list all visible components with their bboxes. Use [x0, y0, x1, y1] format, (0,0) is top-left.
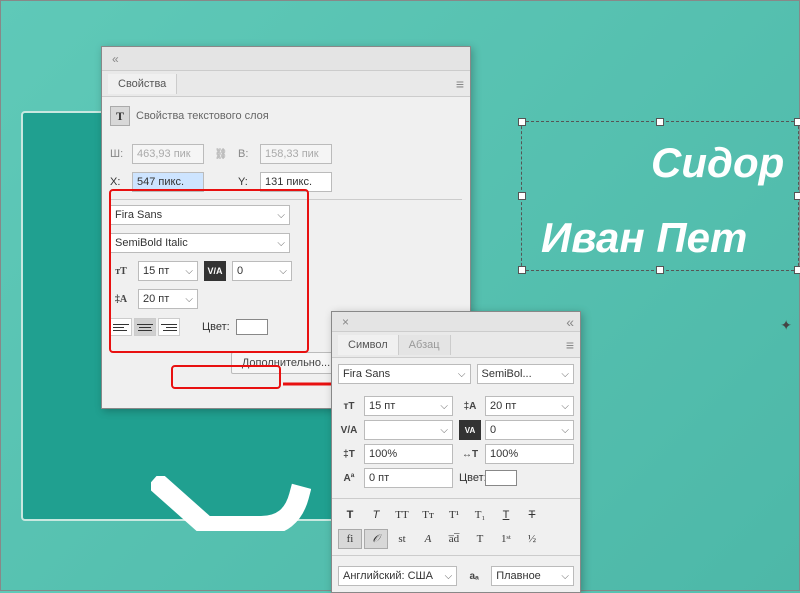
- leading-dropdown[interactable]: 20 пт: [138, 289, 198, 309]
- align-right-button[interactable]: [158, 318, 180, 336]
- panel-menu-icon[interactable]: ≡: [456, 76, 464, 92]
- char-color-swatch[interactable]: [485, 470, 517, 486]
- faux-style-row: T T TT Tᴛ T¹ T₁ T T: [332, 503, 580, 527]
- paragraph-anchor-icon: ✦: [780, 317, 792, 334]
- char-color-label: Цвет:: [459, 472, 479, 484]
- font-size-icon: тT: [110, 261, 132, 281]
- char-hscale-field[interactable]: 100%: [485, 444, 574, 464]
- x-field[interactable]: 547 пикс.: [132, 172, 204, 192]
- y-field[interactable]: 131 пикс.: [260, 172, 332, 192]
- superscript-button[interactable]: T¹: [442, 505, 466, 525]
- panel-tabs: Свойства ≡: [102, 71, 470, 97]
- panel-titlebar[interactable]: «: [102, 47, 470, 71]
- baseline-shift-icon: Aª: [338, 468, 360, 488]
- transform-handle[interactable]: [656, 266, 664, 274]
- leading-icon: ‡A: [110, 289, 132, 309]
- titling-alt-button[interactable]: T: [468, 529, 492, 549]
- width-label: Ш:: [110, 148, 126, 160]
- vscale-icon: ‡T: [338, 444, 360, 464]
- section-title: Свойства текстового слоя: [136, 110, 269, 122]
- stylistic-alt-button[interactable]: a̅d̅: [442, 529, 466, 549]
- font-style-dropdown[interactable]: SemiBold Italic: [110, 233, 290, 253]
- tracking-dropdown[interactable]: 0: [232, 261, 292, 281]
- tab-properties[interactable]: Свойства: [108, 74, 177, 94]
- tracking-icon: VA: [459, 420, 481, 440]
- collapse-icon[interactable]: «: [566, 314, 574, 330]
- char-panel-titlebar[interactable]: × «: [332, 312, 580, 332]
- transform-handle[interactable]: [656, 118, 664, 126]
- height-field: 158,33 пик: [260, 144, 332, 164]
- align-left-button[interactable]: [110, 318, 132, 336]
- tracking-icon: V/A: [204, 261, 226, 281]
- fractions-button[interactable]: ½: [520, 529, 544, 549]
- transform-handle[interactable]: [794, 118, 800, 126]
- collapse-icon[interactable]: «: [108, 50, 123, 68]
- transform-handle[interactable]: [794, 266, 800, 274]
- canvas-text-line1[interactable]: Сидор: [651, 136, 784, 191]
- antialias-dropdown[interactable]: Плавное: [491, 566, 574, 586]
- smallcaps-button[interactable]: Tᴛ: [416, 505, 440, 525]
- color-swatch[interactable]: [236, 319, 268, 335]
- canvas-text-line2[interactable]: Иван Пет: [541, 211, 747, 266]
- transform-handle[interactable]: [518, 192, 526, 200]
- width-field: 463,93 пик: [132, 144, 204, 164]
- char-baseline-field[interactable]: 0 пт: [364, 468, 453, 488]
- link-dimensions-icon[interactable]: ⛓: [210, 144, 232, 164]
- transform-handle[interactable]: [518, 266, 526, 274]
- close-icon[interactable]: ×: [338, 313, 353, 331]
- char-leading-dropdown[interactable]: 20 пт: [485, 396, 574, 416]
- font-size-icon: тT: [338, 396, 360, 416]
- tab-paragraph[interactable]: Абзац: [399, 335, 451, 355]
- x-label: X:: [110, 176, 126, 188]
- tab-character[interactable]: Символ: [338, 335, 399, 355]
- char-font-family-dropdown[interactable]: Fira Sans: [338, 364, 471, 384]
- advanced-button[interactable]: Дополнительно...: [231, 352, 341, 374]
- underline-button[interactable]: T: [494, 505, 518, 525]
- char-panel-tabs: Символ Абзац ≡: [332, 332, 580, 358]
- allcaps-button[interactable]: TT: [390, 505, 414, 525]
- subscript-button[interactable]: T₁: [468, 505, 492, 525]
- font-size-dropdown[interactable]: 15 пт: [138, 261, 198, 281]
- font-family-dropdown[interactable]: Fira Sans: [110, 205, 290, 225]
- character-panel: × « Символ Абзац ≡ Fira Sans SemiBol... …: [331, 311, 581, 593]
- faux-bold-button[interactable]: T: [338, 505, 362, 525]
- align-center-button[interactable]: [134, 318, 156, 336]
- ligatures-button[interactable]: fi: [338, 529, 362, 549]
- discretionary-lig-button[interactable]: st: [390, 529, 414, 549]
- panel-menu-icon[interactable]: ≡: [566, 337, 574, 353]
- height-label: В:: [238, 148, 254, 160]
- alignment-group: [110, 318, 180, 336]
- color-label: Цвет:: [202, 321, 230, 333]
- type-layer-icon: T: [110, 106, 130, 126]
- contextual-alt-button[interactable]: 𝒪: [364, 529, 388, 549]
- transform-handle[interactable]: [794, 192, 800, 200]
- strikethrough-button[interactable]: T: [520, 505, 544, 525]
- kerning-icon: V/A: [338, 420, 360, 440]
- char-kerning-dropdown[interactable]: [364, 420, 453, 440]
- opentype-row: fi 𝒪 st A a̅d̅ T 1ˢᵗ ½: [332, 527, 580, 551]
- char-tracking-dropdown[interactable]: 0: [485, 420, 574, 440]
- faux-italic-button[interactable]: T: [364, 505, 388, 525]
- y-label: Y:: [238, 176, 254, 188]
- leading-icon: ‡A: [459, 396, 481, 416]
- swash-button[interactable]: A: [416, 529, 440, 549]
- char-vscale-field[interactable]: 100%: [364, 444, 453, 464]
- transform-handle[interactable]: [518, 118, 526, 126]
- antialias-icon: aₐ: [463, 566, 485, 586]
- char-font-style-dropdown[interactable]: SemiBol...: [477, 364, 575, 384]
- language-dropdown[interactable]: Английский: США: [338, 566, 457, 586]
- char-size-dropdown[interactable]: 15 пт: [364, 396, 453, 416]
- hscale-icon: ↔T: [459, 444, 481, 464]
- canvas-foot-shape: [151, 476, 311, 531]
- ordinals-button[interactable]: 1ˢᵗ: [494, 529, 518, 549]
